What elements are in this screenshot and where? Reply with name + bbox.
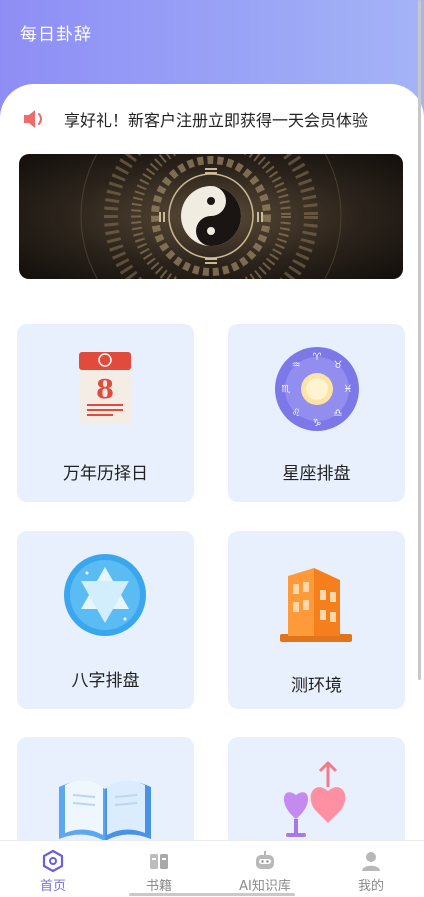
open-book-icon [59,780,151,841]
svg-text:♑: ♑ [313,418,322,429]
svg-text:♏: ♏ [282,384,291,395]
svg-text:♒: ♒ [292,360,301,371]
notice-text: 享好礼！新客户注册立即获得一天会员体验 [64,111,369,130]
svg-text:♈: ♈ [313,352,322,363]
card-zodiac[interactable]: ♈ ♉ ♓ ♎ ♑ ♌ ♏ ♒ 星座排盘 [228,324,405,502]
tab-books[interactable]: 书籍 [106,841,212,897]
card-calendar-label: 万年历择日 [63,464,148,484]
card-bazi-label: 八字排盘 [71,671,140,691]
svg-text:♎: ♎ [334,408,343,419]
tab-home[interactable]: 首页 [0,841,106,897]
card-zodiac-label: 星座排盘 [282,464,351,484]
card-environment[interactable]: 测环境 [228,531,405,709]
svg-text:♌: ♌ [292,408,301,419]
tab-books-label: 书籍 [145,879,172,894]
home-indicator[interactable] [129,893,295,896]
tab-ai-knowledge-label: AI知识库 [239,879,291,894]
zodiac-wheel-icon: ♈ ♉ ♓ ♎ ♑ ♌ ♏ ♒ [275,347,359,431]
card-environment-label: 测环境 [291,676,342,696]
bagua-banner[interactable] [19,154,403,279]
scrollbar[interactable] [418,0,421,680]
hearts-icon [283,761,346,837]
notice-bar[interactable]: 享好礼！新客户注册立即获得一天会员体验 [22,104,402,134]
tab-profile[interactable]: 我的 [318,841,424,897]
bagua-image [80,154,342,279]
app-title: 每日卦辞 [20,25,92,45]
hexagram-star-icon [64,554,146,636]
card-calendar[interactable]: 8 万年历择日 [17,324,194,502]
svg-text:8: 8 [96,375,114,405]
home-icon [42,849,64,873]
card-bazi[interactable]: 八字排盘 [17,531,194,709]
calendar-icon: 8 [79,352,131,424]
building-icon [280,568,352,642]
user-icon [362,852,380,871]
speaker-icon [24,110,42,128]
tab-ai-knowledge[interactable]: AI知识库 [212,841,318,897]
tab-home-label: 首页 [39,879,66,894]
svg-text:♉: ♉ [334,360,343,371]
books-icon [150,854,168,869]
robot-icon [256,851,274,869]
bottom-tab-bar: 首页 书籍 AI知识库 我的 [0,840,424,897]
svg-text:♓: ♓ [344,384,353,395]
tab-profile-label: 我的 [357,879,384,894]
